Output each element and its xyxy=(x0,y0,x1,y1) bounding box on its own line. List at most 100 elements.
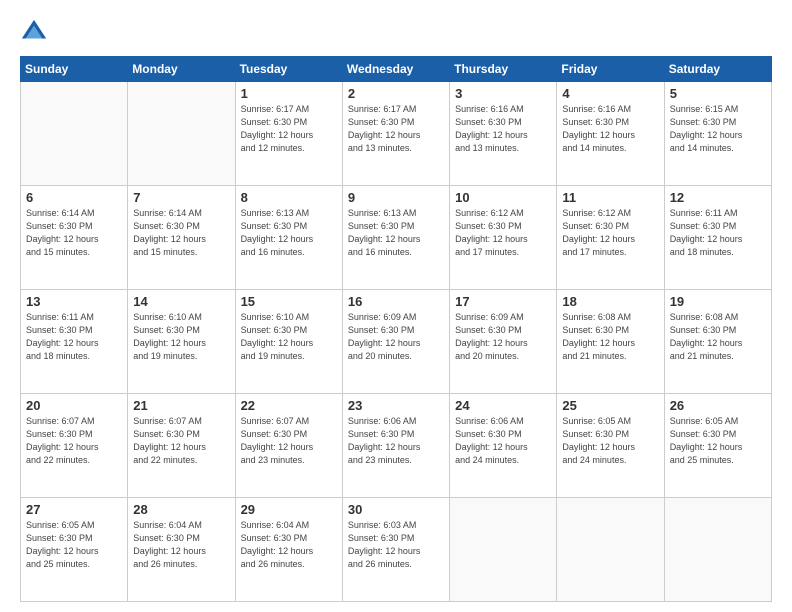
day-info-18: Sunrise: 6:08 AM Sunset: 6:30 PM Dayligh… xyxy=(562,311,658,363)
calendar-cell-32 xyxy=(450,498,557,602)
day-number-17: 17 xyxy=(455,294,551,309)
calendar-cell-3: 2 Sunrise: 6:17 AM Sunset: 6:30 PM Daylig… xyxy=(342,82,449,186)
calendar-cell-0 xyxy=(21,82,128,186)
calendar-cell-15: 14 Sunrise: 6:10 AM Sunset: 6:30 PM Dayli… xyxy=(128,290,235,394)
day-info-28: Sunrise: 6:04 AM Sunset: 6:30 PM Dayligh… xyxy=(133,519,229,571)
calendar-cell-30: 29Sunrise: 6:04 AM Sunset: 6:30 PM Dayli… xyxy=(235,498,342,602)
calendar-cell-34 xyxy=(664,498,771,602)
calendar-cell-4: 3 Sunrise: 6:16 AM Sunset: 6:30 PM Daylig… xyxy=(450,82,557,186)
calendar-cell-1 xyxy=(128,82,235,186)
day-info-1: Sunrise: 6:17 AM Sunset: 6:30 PM Dayligh… xyxy=(241,103,337,155)
day-number-12: 12 xyxy=(670,190,766,205)
calendar-cell-7: 6 Sunrise: 6:14 AM Sunset: 6:30 PM Daylig… xyxy=(21,186,128,290)
day-info-30: Sunrise: 6:03 AM Sunset: 6:30 PM Dayligh… xyxy=(348,519,444,571)
calendar-cell-33 xyxy=(557,498,664,602)
calendar-cell-16: 15Sunrise: 6:10 AM Sunset: 6:30 PM Dayli… xyxy=(235,290,342,394)
calendar-cell-13: 12 Sunrise: 6:11 AM Sunset: 6:30 PM Dayli… xyxy=(664,186,771,290)
day-info-29: Sunrise: 6:04 AM Sunset: 6:30 PM Dayligh… xyxy=(241,519,337,571)
day-number-5: 5 xyxy=(670,86,766,101)
calendar-cell-24: 23 Sunrise: 6:06 AM Sunset: 6:30 PM Dayli… xyxy=(342,394,449,498)
day-info-12: Sunrise: 6:11 AM Sunset: 6:30 PM Dayligh… xyxy=(670,207,766,259)
day-number-9: 9 xyxy=(348,190,444,205)
calendar-cell-10: 9 Sunrise: 6:13 AM Sunset: 6:30 PM Daylig… xyxy=(342,186,449,290)
calendar-cell-9: 8Sunrise: 6:13 AM Sunset: 6:30 PM Daylig… xyxy=(235,186,342,290)
day-info-22: Sunrise: 6:07 AM Sunset: 6:30 PM Dayligh… xyxy=(241,415,337,467)
calendar-row-4: 27Sunrise: 6:05 AM Sunset: 6:30 PM Dayli… xyxy=(21,498,772,602)
day-info-14: Sunrise: 6:10 AM Sunset: 6:30 PM Dayligh… xyxy=(133,311,229,363)
day-number-30: 30 xyxy=(348,502,444,517)
calendar-cell-27: 26Sunrise: 6:05 AM Sunset: 6:30 PM Dayli… xyxy=(664,394,771,498)
day-info-11: Sunrise: 6:12 AM Sunset: 6:30 PM Dayligh… xyxy=(562,207,658,259)
day-number-7: 7 xyxy=(133,190,229,205)
logo-icon xyxy=(20,18,48,46)
day-number-11: 11 xyxy=(562,190,658,205)
day-number-27: 27 xyxy=(26,502,122,517)
calendar-cell-22: 21 Sunrise: 6:07 AM Sunset: 6:30 PM Dayli… xyxy=(128,394,235,498)
weekday-header-saturday: Saturday xyxy=(664,57,771,82)
calendar-cell-23: 22 Sunrise: 6:07 AM Sunset: 6:30 PM Dayli… xyxy=(235,394,342,498)
calendar-row-1: 6 Sunrise: 6:14 AM Sunset: 6:30 PM Daylig… xyxy=(21,186,772,290)
day-info-24: Sunrise: 6:06 AM Sunset: 6:30 PM Dayligh… xyxy=(455,415,551,467)
calendar-cell-8: 7 Sunrise: 6:14 AM Sunset: 6:30 PM Daylig… xyxy=(128,186,235,290)
day-number-3: 3 xyxy=(455,86,551,101)
day-number-2: 2 xyxy=(348,86,444,101)
calendar-cell-29: 28 Sunrise: 6:04 AM Sunset: 6:30 PM Dayli… xyxy=(128,498,235,602)
weekday-header-tuesday: Tuesday xyxy=(235,57,342,82)
day-info-16: Sunrise: 6:09 AM Sunset: 6:30 PM Dayligh… xyxy=(348,311,444,363)
day-number-6: 6 xyxy=(26,190,122,205)
day-info-19: Sunrise: 6:08 AM Sunset: 6:30 PM Dayligh… xyxy=(670,311,766,363)
calendar-cell-26: 25 Sunrise: 6:05 AM Sunset: 6:30 PM Dayli… xyxy=(557,394,664,498)
calendar-cell-20: 19Sunrise: 6:08 AM Sunset: 6:30 PM Dayli… xyxy=(664,290,771,394)
day-info-21: Sunrise: 6:07 AM Sunset: 6:30 PM Dayligh… xyxy=(133,415,229,467)
day-number-16: 16 xyxy=(348,294,444,309)
calendar-cell-17: 16 Sunrise: 6:09 AM Sunset: 6:30 PM Dayli… xyxy=(342,290,449,394)
day-info-10: Sunrise: 6:12 AM Sunset: 6:30 PM Dayligh… xyxy=(455,207,551,259)
day-info-9: Sunrise: 6:13 AM Sunset: 6:30 PM Dayligh… xyxy=(348,207,444,259)
weekday-header-sunday: Sunday xyxy=(21,57,128,82)
calendar-cell-5: 4 Sunrise: 6:16 AM Sunset: 6:30 PM Daylig… xyxy=(557,82,664,186)
day-number-18: 18 xyxy=(562,294,658,309)
calendar-cell-19: 18 Sunrise: 6:08 AM Sunset: 6:30 PM Dayli… xyxy=(557,290,664,394)
calendar-cell-18: 17Sunrise: 6:09 AM Sunset: 6:30 PM Dayli… xyxy=(450,290,557,394)
weekday-header-wednesday: Wednesday xyxy=(342,57,449,82)
day-number-22: 22 xyxy=(241,398,337,413)
day-info-23: Sunrise: 6:06 AM Sunset: 6:30 PM Dayligh… xyxy=(348,415,444,467)
day-number-8: 8 xyxy=(241,190,337,205)
day-number-24: 24 xyxy=(455,398,551,413)
day-number-26: 26 xyxy=(670,398,766,413)
header xyxy=(20,18,772,46)
day-number-23: 23 xyxy=(348,398,444,413)
day-number-28: 28 xyxy=(133,502,229,517)
day-info-2: Sunrise: 6:17 AM Sunset: 6:30 PM Dayligh… xyxy=(348,103,444,155)
day-number-4: 4 xyxy=(562,86,658,101)
day-info-7: Sunrise: 6:14 AM Sunset: 6:30 PM Dayligh… xyxy=(133,207,229,259)
calendar-cell-21: 20Sunrise: 6:07 AM Sunset: 6:30 PM Dayli… xyxy=(21,394,128,498)
calendar-cell-6: 5Sunrise: 6:15 AM Sunset: 6:30 PM Daylig… xyxy=(664,82,771,186)
day-number-21: 21 xyxy=(133,398,229,413)
calendar-cell-2: 1 Sunrise: 6:17 AM Sunset: 6:30 PM Daylig… xyxy=(235,82,342,186)
weekday-header-friday: Friday xyxy=(557,57,664,82)
day-number-25: 25 xyxy=(562,398,658,413)
page: SundayMondayTuesdayWednesdayThursdayFrid… xyxy=(0,0,792,612)
calendar-cell-28: 27Sunrise: 6:05 AM Sunset: 6:30 PM Dayli… xyxy=(21,498,128,602)
day-info-6: Sunrise: 6:14 AM Sunset: 6:30 PM Dayligh… xyxy=(26,207,122,259)
logo xyxy=(20,18,52,46)
weekday-header-row: SundayMondayTuesdayWednesdayThursdayFrid… xyxy=(21,57,772,82)
day-info-13: Sunrise: 6:11 AM Sunset: 6:30 PM Dayligh… xyxy=(26,311,122,363)
day-info-3: Sunrise: 6:16 AM Sunset: 6:30 PM Dayligh… xyxy=(455,103,551,155)
calendar-cell-12: 11 Sunrise: 6:12 AM Sunset: 6:30 PM Dayli… xyxy=(557,186,664,290)
calendar-cell-14: 13 Sunrise: 6:11 AM Sunset: 6:30 PM Dayli… xyxy=(21,290,128,394)
calendar-cell-25: 24 Sunrise: 6:06 AM Sunset: 6:30 PM Dayli… xyxy=(450,394,557,498)
day-number-1: 1 xyxy=(241,86,337,101)
calendar-cell-31: 30 Sunrise: 6:03 AM Sunset: 6:30 PM Dayli… xyxy=(342,498,449,602)
day-number-15: 15 xyxy=(241,294,337,309)
day-number-14: 14 xyxy=(133,294,229,309)
calendar-row-2: 13 Sunrise: 6:11 AM Sunset: 6:30 PM Dayli… xyxy=(21,290,772,394)
day-number-13: 13 xyxy=(26,294,122,309)
weekday-header-monday: Monday xyxy=(128,57,235,82)
calendar-table: SundayMondayTuesdayWednesdayThursdayFrid… xyxy=(20,56,772,602)
day-info-25: Sunrise: 6:05 AM Sunset: 6:30 PM Dayligh… xyxy=(562,415,658,467)
calendar-row-3: 20Sunrise: 6:07 AM Sunset: 6:30 PM Dayli… xyxy=(21,394,772,498)
day-info-4: Sunrise: 6:16 AM Sunset: 6:30 PM Dayligh… xyxy=(562,103,658,155)
day-info-20: Sunrise: 6:07 AM Sunset: 6:30 PM Dayligh… xyxy=(26,415,122,467)
